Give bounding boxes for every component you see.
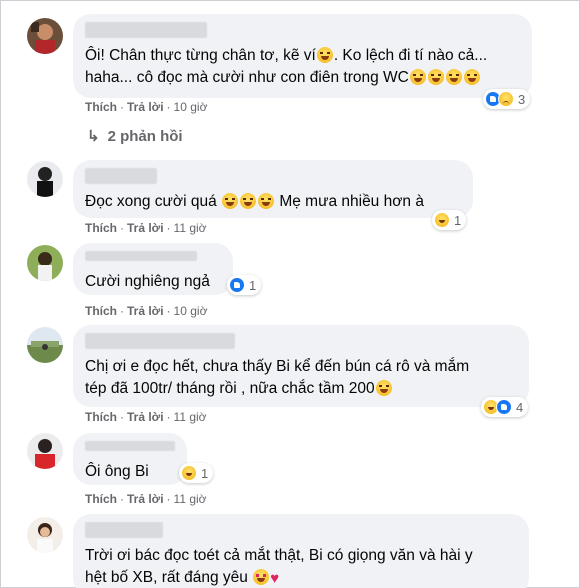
comment-actions: Thích · Trả lời · 11 giờ xyxy=(85,410,207,424)
author-name-redacted xyxy=(85,441,175,451)
like-link[interactable]: Thích xyxy=(85,304,117,318)
timestamp[interactable]: 11 giờ xyxy=(174,221,207,235)
comment-text: Chị ơi e đọc hết, chưa thấy Bi kể đến bú… xyxy=(85,358,470,375)
reply-link[interactable]: Trả lời xyxy=(127,100,164,114)
avatar[interactable] xyxy=(27,517,63,553)
rofl-emoji xyxy=(316,47,333,63)
like-link[interactable]: Thích xyxy=(85,100,117,114)
comments-panel: Ôi! Chân thực từng chân tơ, kẽ ví. Ko lệ… xyxy=(0,0,580,588)
comment-text: Trời ơi bác đọc toét cả mắt thật, Bi có … xyxy=(85,547,473,564)
haha-icon xyxy=(434,212,450,228)
laughing-emoji xyxy=(240,193,257,209)
laughing-emoji xyxy=(258,193,275,209)
comment-actions: Thích · Trả lời · 10 giờ xyxy=(85,100,208,114)
comment-text: Cười nghiêng ngả xyxy=(85,273,210,290)
comment-text: hệt bố XB, rất đáng yêu ♥ xyxy=(85,567,517,588)
author-name-redacted xyxy=(85,22,207,38)
reaction-count: 1 xyxy=(454,212,462,228)
rofl-emoji xyxy=(463,69,480,85)
reaction-count: 1 xyxy=(201,465,209,481)
timestamp[interactable]: 11 giờ xyxy=(174,492,207,506)
reaction-summary[interactable]: 1 xyxy=(432,210,467,230)
author-name-redacted xyxy=(85,168,157,184)
comment-actions: Thích · Trả lời · 11 giờ xyxy=(85,221,207,235)
reply-link[interactable]: Trả lời xyxy=(127,410,164,424)
comment-bubble: Cười nghiêng ngả xyxy=(73,243,233,295)
author-name-redacted xyxy=(85,251,197,261)
timestamp[interactable]: 10 giờ xyxy=(174,304,208,318)
rofl-emoji xyxy=(409,69,426,85)
reply-arrow-icon: ↳ xyxy=(87,128,100,145)
comment-bubble: Chị ơi e đọc hết, chưa thấy Bi kể đến bú… xyxy=(73,325,529,407)
heart-eyes-emoji xyxy=(253,569,270,585)
comment-bubble: Ôi ông Bi xyxy=(73,433,187,485)
reaction-summary[interactable]: 4 xyxy=(481,397,529,417)
timestamp[interactable]: 11 giờ xyxy=(174,410,207,424)
like-link[interactable]: Thích xyxy=(85,410,117,424)
heart-icon: ♥ xyxy=(270,570,280,587)
rofl-emoji xyxy=(445,69,462,85)
comment-actions: Thích · Trả lời · 10 giờ xyxy=(85,304,208,318)
avatar[interactable] xyxy=(27,18,63,54)
reply-link[interactable]: Trả lời xyxy=(127,304,164,318)
comment-actions: Thích · Trả lời · 11 giờ xyxy=(85,492,207,506)
timestamp[interactable]: 10 giờ xyxy=(174,100,208,114)
like-icon xyxy=(496,399,512,415)
reaction-count: 4 xyxy=(516,399,524,415)
reaction-summary[interactable]: 1 xyxy=(179,463,214,483)
view-replies-link[interactable]: ↳ 2 phản hồi xyxy=(87,127,183,145)
like-link[interactable]: Thích xyxy=(85,492,117,506)
comment-text: Ôi! Chân thực từng chân tơ, kẽ ví. Ko lệ… xyxy=(85,47,488,64)
reaction-summary[interactable]: 1 xyxy=(227,275,262,295)
reply-link[interactable]: Trả lời xyxy=(127,492,164,506)
author-name-redacted xyxy=(85,333,235,349)
rofl-emoji xyxy=(427,69,444,85)
comment-bubble: Trời ơi bác đọc toét cả mắt thật, Bi có … xyxy=(73,514,529,588)
like-link[interactable]: Thích xyxy=(85,221,117,235)
reaction-summary[interactable]: 3 xyxy=(483,89,531,109)
comment-text: Ôi ông Bi xyxy=(85,463,149,480)
rofl-emoji xyxy=(375,380,392,396)
reaction-count: 1 xyxy=(249,277,257,293)
comment-text: haha... cô đọc mà cười như con điên tron… xyxy=(85,67,520,89)
reaction-count: 3 xyxy=(518,91,526,107)
comment-bubble: Ôi! Chân thực từng chân tơ, kẽ ví. Ko lệ… xyxy=(73,14,532,98)
avatar[interactable] xyxy=(27,433,63,469)
comment-text: Đọc xong cười quá Mẹ mưa nhiều hơn à xyxy=(85,193,424,210)
like-icon xyxy=(229,277,245,293)
laughing-emoji xyxy=(222,193,239,209)
avatar[interactable] xyxy=(27,245,63,281)
avatar[interactable] xyxy=(27,327,63,363)
sad-icon xyxy=(498,91,514,107)
haha-icon xyxy=(181,465,197,481)
avatar[interactable] xyxy=(27,161,63,197)
comment-bubble: Đọc xong cười quá Mẹ mưa nhiều hơn à xyxy=(73,160,473,218)
author-name-redacted xyxy=(85,522,163,538)
reply-link[interactable]: Trả lời xyxy=(127,221,164,235)
comment-text: tép đã 100tr/ tháng rồi , nữa chắc tầm 2… xyxy=(85,378,517,400)
